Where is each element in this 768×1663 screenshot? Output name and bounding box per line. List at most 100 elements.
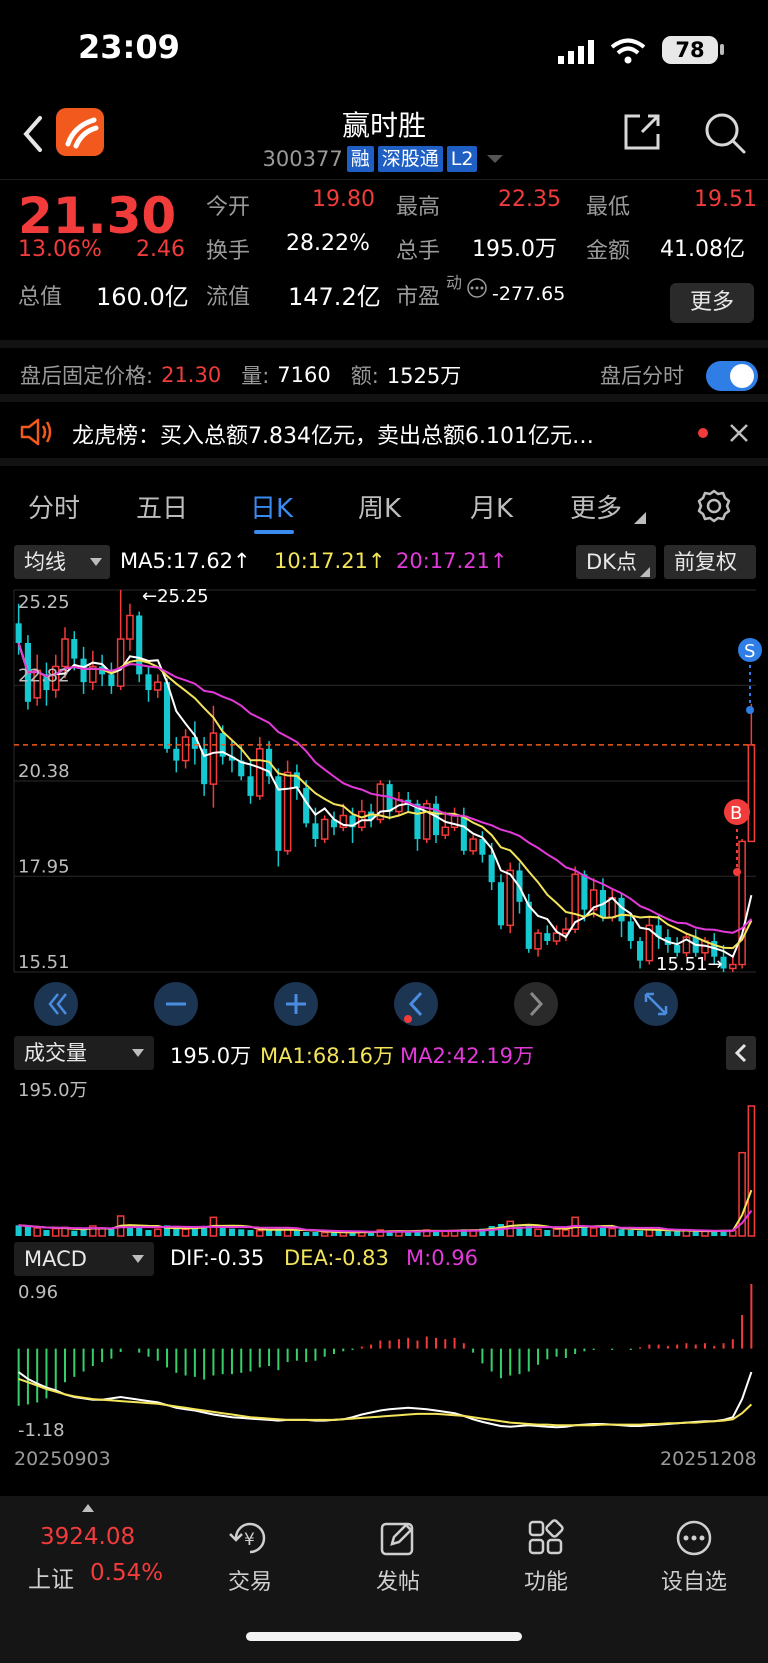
candle-body (747, 744, 756, 843)
quote-panel: 21.30 13.06% 2.46 总值 160.0亿 今开 19.80 最高 … (0, 181, 768, 339)
tab-monthly-k[interactable]: 月K (470, 488, 513, 525)
nav-watchlist[interactable]: 设自选 (634, 1518, 754, 1596)
volume-bar (219, 1228, 226, 1236)
macd-selector-label: MACD (24, 1247, 87, 1271)
nav-watchlist-label: 设自选 (660, 1570, 727, 1595)
volume-bar (618, 1229, 625, 1236)
active-tab-indicator (254, 530, 294, 534)
grid-icon (528, 1519, 564, 1555)
nav-trade[interactable]: ¥ 交易 (190, 1518, 310, 1596)
macd-selector[interactable]: MACD (14, 1242, 154, 1276)
candle-body (738, 840, 746, 966)
kline-ma-lines (17, 642, 753, 959)
tag-margin: 融 (346, 146, 374, 172)
tag-connect: 深股通 (377, 146, 443, 172)
buy-marker[interactable]: B (724, 799, 750, 876)
dk-point-button[interactable]: DK点 (576, 545, 656, 579)
after-hours-vol: 7160 (277, 363, 331, 387)
home-indicator[interactable] (246, 1632, 522, 1641)
search-icon[interactable] (702, 110, 748, 156)
candle-body (488, 854, 495, 883)
volume-bar (153, 1228, 162, 1237)
candle-body (283, 771, 292, 852)
tab-intraday[interactable]: 分时 (28, 488, 80, 525)
volume-bar (191, 1228, 198, 1236)
volume-bar (228, 1228, 236, 1236)
tab-weekly-k[interactable]: 周K (358, 488, 401, 525)
after-hours-label: 盘后固定价格: (20, 364, 154, 388)
candle-body (581, 874, 588, 910)
volume-bar (599, 1228, 607, 1236)
sell-marker-label: S (744, 641, 755, 662)
candle-body (126, 614, 134, 640)
chevron-left-icon (734, 1043, 747, 1063)
pe-dynamic-sup: 动 (446, 273, 463, 292)
y-tick-label: 22.82 (18, 665, 70, 686)
zoom-out-button[interactable] (154, 982, 198, 1026)
high-value: 22.35 (498, 187, 561, 212)
index-ticker[interactable]: 3924.08 上证 0.54% (0, 1496, 180, 1616)
low-value: 19.51 (694, 187, 757, 212)
volume-chart[interactable]: 195.0万 (0, 1072, 768, 1240)
stock-header: 赢时胜 300377 融 深股通 L2 (0, 100, 768, 180)
nav-features-label: 功能 (523, 1570, 568, 1595)
nav-features[interactable]: 功能 (486, 1518, 606, 1596)
tab-more[interactable]: 更多 (570, 488, 622, 525)
volume-bar (441, 1230, 450, 1237)
unread-dot (698, 428, 708, 438)
macd-chart[interactable]: 0.96 -1.18 (0, 1278, 768, 1446)
dea-line (18, 1377, 753, 1427)
index-value: 3924.08 (40, 1524, 136, 1550)
dk-point-label: DK点 (586, 550, 637, 574)
nav-post[interactable]: 发帖 (338, 1518, 458, 1596)
tab-daily-k[interactable]: 日K (250, 488, 293, 525)
sell-marker[interactable]: S (738, 638, 762, 714)
candle-body (293, 772, 300, 789)
volume-bars (15, 1105, 756, 1237)
volume-bar (181, 1228, 190, 1237)
candle-body (312, 823, 319, 840)
volume-bar (71, 1230, 78, 1236)
scroll-right-button[interactable] (514, 982, 558, 1026)
caret-down-icon (132, 1255, 144, 1263)
volume-bar (15, 1225, 22, 1236)
ma-selector[interactable]: 均线 (14, 545, 110, 579)
collapse-panel-button[interactable] (726, 1036, 756, 1070)
macd-y-min: -1.18 (18, 1420, 65, 1441)
volume-bar (303, 1232, 310, 1236)
more-button[interactable]: 更多 (670, 283, 754, 323)
fullscreen-button[interactable] (634, 982, 678, 1026)
scroll-left-button[interactable] (394, 982, 438, 1026)
share-icon[interactable] (620, 110, 664, 154)
open-label: 今开 (206, 195, 251, 220)
float-cap-label: 流值 (206, 285, 251, 310)
gear-icon[interactable] (696, 488, 732, 524)
date-start: 20250903 (14, 1448, 111, 1470)
scroll-left-fast-button[interactable] (34, 982, 78, 1026)
ma10-legend: 10:17.21↑ (274, 549, 386, 573)
candle-body (153, 681, 162, 691)
kline-chart[interactable]: 25.25 22.82 20.38 17.95 15.51 ←25.25 15.… (0, 582, 768, 1034)
nav-trade-label: 交易 (227, 1570, 272, 1595)
status-time: 23:09 (78, 28, 180, 66)
high-label: 最高 (396, 195, 441, 220)
candle-body (729, 963, 737, 970)
volume-selector[interactable]: 成交量 (14, 1036, 154, 1070)
volume-bar (589, 1227, 598, 1237)
news-ticker[interactable]: 龙虎榜：买入总额7.834亿元，卖出总额6.101亿元… (0, 402, 768, 466)
tab-five-day[interactable]: 五日 (136, 488, 188, 525)
zoom-in-button[interactable] (274, 982, 318, 1026)
after-hours-info: 盘后固定价格: 21.30 量: 7160 额: 1525万 (20, 360, 461, 390)
after-hours-bar: 盘后固定价格: 21.30 量: 7160 额: 1525万 盘后分时 (0, 340, 768, 402)
caret-down-icon[interactable] (485, 153, 505, 165)
notification-dot (404, 1015, 412, 1023)
candle-body (108, 674, 115, 687)
close-icon[interactable] (728, 422, 750, 444)
nav-post-label: 发帖 (375, 1570, 420, 1595)
more-dots-icon[interactable] (466, 277, 488, 299)
after-hours-vol-label: 量: (241, 364, 270, 388)
volume-bar (108, 1228, 115, 1236)
volume-ma-lines (18, 1189, 753, 1234)
ma20-line (17, 642, 753, 934)
adjust-button[interactable]: 前复权 (664, 545, 756, 579)
